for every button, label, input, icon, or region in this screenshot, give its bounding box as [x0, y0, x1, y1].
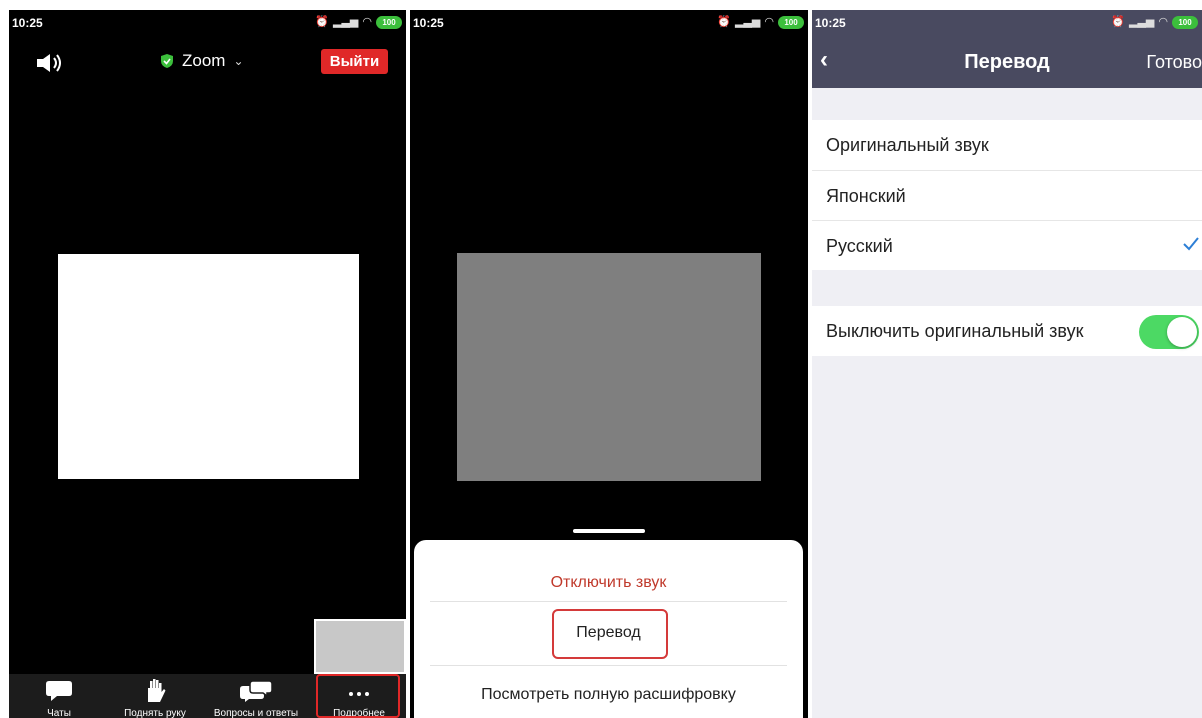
more-actions-sheet: Отключить звук Перевод Посмотреть полную…: [414, 540, 803, 718]
language-label: Русский: [826, 236, 893, 256]
meeting-title: Zoom: [182, 51, 226, 70]
more-button-highlight: [316, 674, 400, 718]
toggle-knob: [1167, 317, 1197, 347]
hand-icon: [148, 679, 166, 702]
translation-settings-screen: 10:25 ⏰ ▂▃▅ ◠ 100 ‹ Перевод Готово Ориги…: [812, 10, 1202, 718]
status-time: 10:25: [413, 16, 444, 30]
language-option-russian[interactable]: Русский: [812, 220, 1202, 270]
shared-video-dimmed: [457, 253, 761, 481]
status-icons: ⏰ ▂▃▅ ◠ 100: [717, 15, 804, 29]
wifi-icon: ◠: [764, 16, 774, 28]
status-time: 10:25: [12, 16, 43, 30]
view-full-transcript-option[interactable]: Посмотреть полную расшифровку: [430, 686, 787, 704]
signal-icon: ▂▃▅: [735, 16, 761, 28]
battery-icon: 100: [376, 15, 402, 29]
toolbar-chat-button[interactable]: Чаты: [39, 678, 79, 718]
status-bar: 10:25 ⏰ ▂▃▅ ◠ 100: [410, 10, 808, 36]
page-title: Перевод: [964, 51, 1050, 73]
status-time: 10:25: [815, 16, 846, 30]
battery-icon: 100: [778, 15, 804, 29]
checkmark-icon: [1183, 237, 1199, 251]
speaker-icon[interactable]: [35, 52, 65, 74]
battery-icon: 100: [1172, 15, 1198, 29]
language-option-japanese[interactable]: Японский: [812, 170, 1202, 220]
mute-original-row: Выключить оригинальный звук: [812, 306, 1202, 356]
toolbar-qa-label: Вопросы и ответы: [213, 708, 299, 718]
wifi-icon: ◠: [362, 16, 372, 28]
leave-button[interactable]: Выйти: [321, 49, 388, 74]
meeting-title-dropdown[interactable]: Zoom ⌄: [160, 51, 244, 71]
mute-original-label: Выключить оригинальный звук: [826, 321, 1084, 341]
toolbar-raise-hand-button[interactable]: Поднять руку: [115, 678, 195, 718]
shared-video: [58, 254, 359, 479]
self-video-thumbnail[interactable]: [314, 619, 406, 674]
status-bar: 10:25 ⏰ ▂▃▅ ◠ 100: [9, 10, 406, 36]
language-label: Оригинальный звук: [826, 135, 989, 155]
status-bar: 10:25 ⏰ ▂▃▅ ◠ 100: [812, 10, 1202, 36]
mute-audio-option[interactable]: Отключить звук: [430, 574, 787, 592]
mute-original-section: Выключить оригинальный звук: [812, 306, 1202, 356]
status-icons: ⏰ ▂▃▅ ◠ 100: [315, 15, 402, 29]
shield-icon: [161, 54, 173, 68]
divider: [430, 665, 787, 666]
alarm-icon: ⏰: [717, 16, 731, 28]
signal-icon: ▂▃▅: [333, 16, 359, 28]
translation-option[interactable]: Перевод: [430, 624, 787, 642]
divider: [430, 601, 787, 602]
mute-original-toggle[interactable]: [1139, 315, 1199, 349]
chevron-down-icon: ⌄: [233, 54, 244, 68]
toolbar-raise-hand-label: Поднять руку: [124, 708, 186, 718]
more-menu-screen: 10:25 ⏰ ▂▃▅ ◠ 100 Отключить звук Перевод…: [410, 10, 808, 718]
sheet-drag-handle[interactable]: [573, 529, 645, 533]
alarm-icon: ⏰: [1111, 16, 1125, 28]
language-list: Оригинальный звук Японский Русский: [812, 120, 1202, 270]
toolbar-qa-button[interactable]: Вопросы и ответы: [201, 678, 311, 718]
signal-icon: ▂▃▅: [1129, 16, 1155, 28]
wifi-icon: ◠: [1158, 16, 1168, 28]
nav-bar: ‹ Перевод Готово: [812, 36, 1202, 88]
status-icons: ⏰ ▂▃▅ ◠ 100: [1111, 15, 1198, 29]
toolbar-chat-label: Чаты: [47, 708, 71, 718]
alarm-icon: ⏰: [315, 16, 329, 28]
chat-icon: [46, 681, 72, 701]
meeting-screen: 10:25 ⏰ ▂▃▅ ◠ 100 Zoom ⌄ Выйти Чаты Подн…: [9, 10, 406, 718]
done-button[interactable]: Готово: [1146, 52, 1202, 73]
language-label: Японский: [826, 186, 906, 206]
qa-icon: [240, 680, 273, 702]
language-option-original[interactable]: Оригинальный звук: [812, 120, 1202, 170]
